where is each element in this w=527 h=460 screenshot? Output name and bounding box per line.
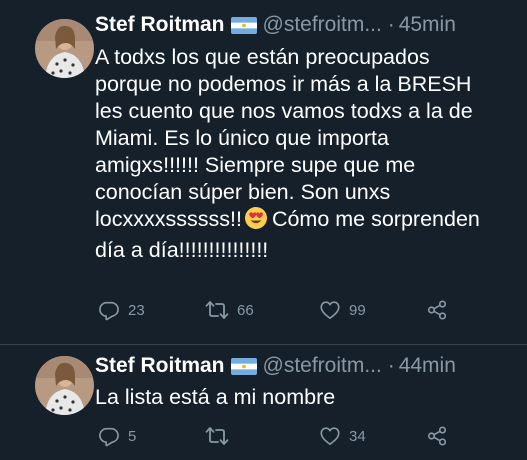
tweet-text-line: día a día!!!!!!!!!!!!!!! bbox=[95, 238, 269, 262]
like-icon bbox=[319, 425, 341, 447]
display-name[interactable]: Stef Roitman bbox=[95, 354, 225, 377]
tweet-text-segment: Cómo me sorprenden bbox=[271, 207, 480, 231]
user-handle[interactable]: @stefroitm... bbox=[263, 354, 382, 377]
tweet[interactable]: Stef Roitman @stefroitm... · 44min La list… bbox=[0, 345, 527, 460]
reply-count: 5 bbox=[128, 427, 137, 445]
argentina-flag-icon bbox=[230, 14, 257, 39]
like-button[interactable]: 34 bbox=[319, 422, 366, 450]
tweet-text-line: porque no podemos ir más a la BRESH bbox=[95, 72, 472, 96]
tweet-text-line: conocían súper bien. Son unxs bbox=[95, 180, 391, 204]
avatar[interactable] bbox=[35, 356, 94, 415]
timestamp[interactable]: 45min bbox=[399, 13, 456, 36]
share-button[interactable] bbox=[426, 296, 448, 324]
avatar[interactable] bbox=[35, 19, 94, 78]
retweet-icon bbox=[205, 425, 229, 447]
share-icon bbox=[426, 299, 448, 321]
like-icon bbox=[319, 299, 341, 321]
tweet-text-line: amigxs!!!!!! Siempre supe que me bbox=[95, 153, 416, 177]
timestamp[interactable]: 44min bbox=[399, 354, 456, 377]
retweet-count: 66 bbox=[237, 301, 254, 319]
retweet-button[interactable]: 66 bbox=[205, 296, 254, 324]
retweet-button[interactable] bbox=[205, 422, 237, 450]
like-count: 99 bbox=[349, 301, 366, 319]
reply-icon bbox=[98, 425, 120, 447]
tweet-text: A todxs los que están preocupados porque… bbox=[95, 44, 525, 264]
tweet-text-line: La lista está a mi nombre bbox=[95, 385, 336, 409]
reply-button[interactable]: 5 bbox=[98, 422, 136, 450]
like-button[interactable]: 99 bbox=[319, 296, 366, 324]
tweet[interactable]: Stef Roitman @stefroitm... · 45min A todxs… bbox=[0, 0, 527, 345]
tweet-text-line: les cuento que nos vamos todxs a la de bbox=[95, 99, 473, 123]
argentina-flag-icon bbox=[230, 355, 257, 380]
tweet-text-line: locxxxxssssss!! Cómo me sorprenden bbox=[95, 206, 525, 237]
heart-eyes-emoji-icon bbox=[244, 206, 268, 237]
tweet-actions: 23 66 99 bbox=[95, 296, 475, 324]
user-handle[interactable]: @stefroitm... bbox=[263, 13, 382, 36]
reply-icon bbox=[98, 299, 120, 321]
retweet-icon bbox=[205, 299, 229, 321]
tweet-actions: 5 34 bbox=[95, 422, 475, 450]
tweet-header: Stef Roitman @stefroitm... · 45min bbox=[95, 11, 519, 39]
separator-dot: · bbox=[387, 354, 395, 377]
reply-button[interactable]: 23 bbox=[98, 296, 145, 324]
reply-count: 23 bbox=[128, 301, 145, 319]
tweet-text-line: Miami. Es lo único que importa bbox=[95, 126, 389, 150]
like-count: 34 bbox=[349, 427, 366, 445]
tweet-text: La lista está a mi nombre bbox=[95, 384, 525, 411]
tweet-text-segment: locxxxxssssss!! bbox=[95, 207, 242, 231]
display-name[interactable]: Stef Roitman bbox=[95, 13, 225, 36]
tweet-text-line: A todxs los que están preocupados bbox=[95, 45, 430, 69]
share-button[interactable] bbox=[426, 422, 448, 450]
share-icon bbox=[426, 425, 448, 447]
tweet-header: Stef Roitman @stefroitm... · 44min bbox=[95, 352, 519, 380]
separator-dot: · bbox=[387, 13, 395, 36]
